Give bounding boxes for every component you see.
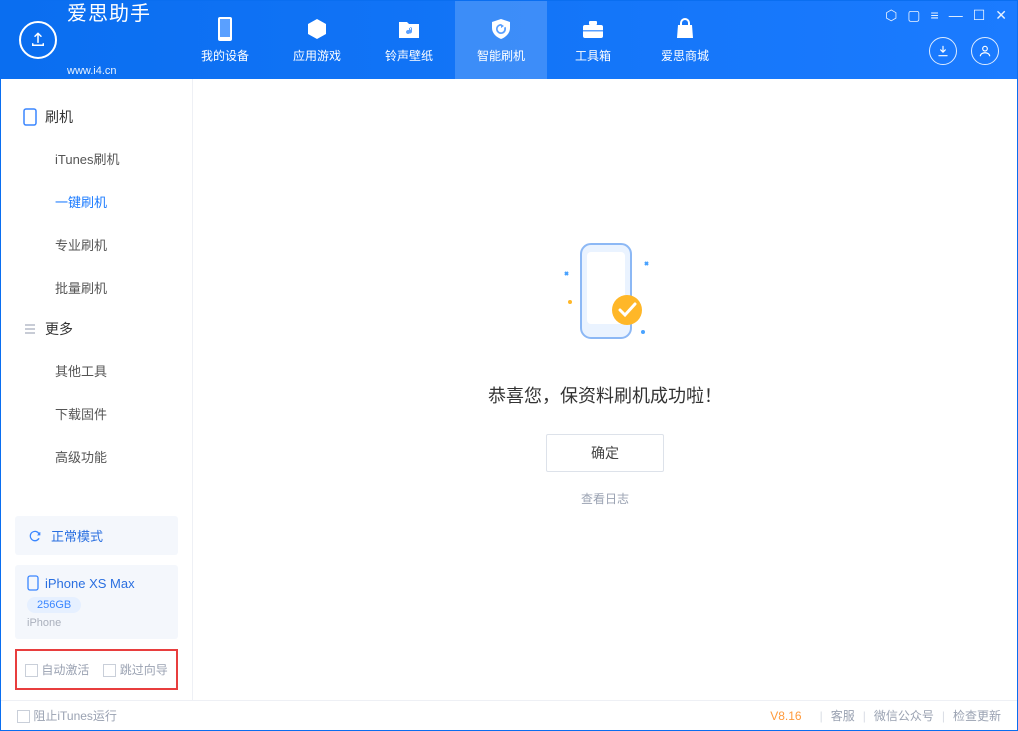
device-mode-status[interactable]: 正常模式 — [15, 516, 178, 555]
music-folder-icon — [397, 17, 421, 41]
cube-icon — [305, 17, 329, 41]
device-capacity-badge: 256GB — [27, 597, 81, 613]
device-type-label: iPhone — [27, 617, 166, 629]
sidebar-section-more: 更多 — [1, 309, 192, 349]
device-icon — [213, 17, 237, 41]
sidebar-item-batch-flash[interactable]: 批量刷机 — [1, 266, 192, 309]
shield-refresh-icon — [489, 17, 513, 41]
phone-icon — [23, 108, 37, 126]
logo-icon — [19, 21, 57, 59]
device-name-label: iPhone XS Max — [45, 576, 135, 591]
success-message: 恭喜您，保资料刷机成功啦！ — [488, 382, 722, 408]
tab-my-device[interactable]: 我的设备 — [179, 1, 271, 79]
sidebar-item-download-firmware[interactable]: 下载固件 — [1, 392, 192, 435]
phone-small-icon — [27, 575, 39, 591]
sidebar-item-oneclick-flash[interactable]: 一键刷机 — [1, 180, 192, 223]
download-icon — [936, 44, 950, 58]
tab-apps[interactable]: 应用游戏 — [271, 1, 363, 79]
ok-button[interactable]: 确定 — [546, 434, 664, 472]
device-info-box[interactable]: iPhone XS Max 256GB iPhone — [15, 565, 178, 639]
toolbox-icon — [581, 17, 605, 41]
header-right-actions — [929, 37, 999, 65]
tab-toolbox[interactable]: 工具箱 — [547, 1, 639, 79]
success-illustration — [525, 232, 685, 362]
sidebar-section-flash: 刷机 — [1, 97, 192, 137]
refresh-icon — [27, 528, 43, 544]
check-update-link[interactable]: 检查更新 — [953, 707, 1001, 724]
support-link[interactable]: 客服 — [831, 707, 855, 724]
bag-icon — [673, 17, 697, 41]
title-bar: 爱思助手 www.i4.cn 我的设备 应用游戏 铃声壁纸 智能刷机 工具箱 爱… — [1, 1, 1017, 79]
logo: 爱思助手 www.i4.cn — [19, 3, 151, 77]
wechat-link[interactable]: 微信公众号 — [874, 707, 934, 724]
checkbox-auto-activate[interactable]: 自动激活 — [25, 661, 89, 678]
main-content: 恭喜您，保资料刷机成功啦！ 确定 查看日志 — [193, 79, 1017, 700]
tshirt-icon[interactable]: ⬡ — [885, 7, 897, 24]
menu-icon[interactable]: ≡ — [931, 7, 939, 24]
version-label: V8.16 — [770, 709, 801, 723]
sidebar-item-advanced[interactable]: 高级功能 — [1, 435, 192, 478]
window-controls: ⬡ ▢ ≡ — ☐ ✕ — [885, 7, 1007, 24]
highlighted-checkbox-row: 自动激活 跳过向导 — [15, 649, 178, 690]
minimize-button[interactable]: — — [949, 7, 963, 24]
status-bar: 阻止iTunes运行 V8.16 | 客服 | 微信公众号 | 检查更新 — [1, 700, 1017, 730]
tab-flash[interactable]: 智能刷机 — [455, 1, 547, 79]
user-icon — [978, 44, 992, 58]
sidebar-item-itunes-flash[interactable]: iTunes刷机 — [1, 137, 192, 180]
close-button[interactable]: ✕ — [995, 7, 1007, 24]
download-button[interactable] — [929, 37, 957, 65]
box-icon[interactable]: ▢ — [907, 7, 920, 24]
list-icon — [23, 322, 37, 336]
maximize-button[interactable]: ☐ — [973, 7, 986, 24]
sidebar-item-pro-flash[interactable]: 专业刷机 — [1, 223, 192, 266]
app-url: www.i4.cn — [67, 65, 151, 77]
tab-ringtone[interactable]: 铃声壁纸 — [363, 1, 455, 79]
app-name: 爱思助手 — [67, 3, 151, 65]
view-log-link[interactable]: 查看日志 — [581, 490, 629, 507]
tab-store[interactable]: 爱思商城 — [639, 1, 731, 79]
nav-tabs: 我的设备 应用游戏 铃声壁纸 智能刷机 工具箱 爱思商城 — [179, 1, 731, 79]
checkbox-block-itunes[interactable]: 阻止iTunes运行 — [17, 707, 117, 724]
checkbox-skip-guide[interactable]: 跳过向导 — [103, 661, 167, 678]
sidebar-item-other-tools[interactable]: 其他工具 — [1, 349, 192, 392]
sidebar: 刷机 iTunes刷机 一键刷机 专业刷机 批量刷机 更多 其他工具 下载固件 … — [1, 79, 193, 700]
user-button[interactable] — [971, 37, 999, 65]
